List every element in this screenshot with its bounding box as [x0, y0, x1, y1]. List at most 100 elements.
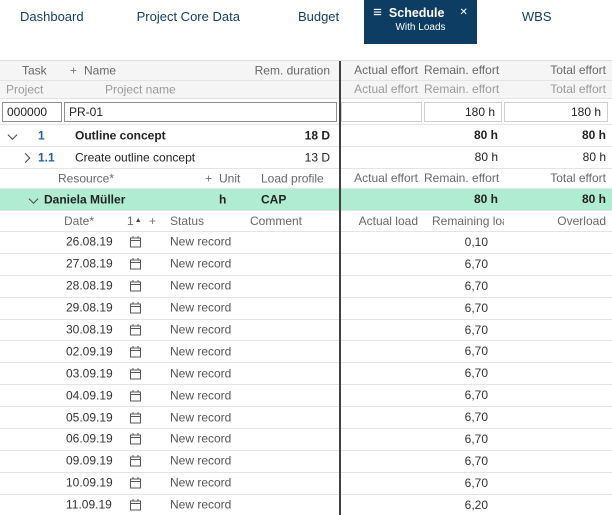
- overload-cell[interactable]: [504, 276, 612, 297]
- remain-effort-cell[interactable]: 80 h: [424, 189, 504, 210]
- calendar-icon[interactable]: [129, 411, 142, 424]
- remaining-load-cell[interactable]: 6,70: [424, 298, 504, 319]
- date-cell[interactable]: 30.08.19: [66, 320, 113, 341]
- date-cell[interactable]: 29.08.19: [66, 298, 113, 319]
- actual-load-cell[interactable]: [341, 363, 424, 384]
- overload-cell[interactable]: [504, 363, 612, 384]
- tab-budget[interactable]: Budget: [298, 0, 339, 34]
- overload-cell[interactable]: [504, 473, 612, 494]
- project-name-input[interactable]: [64, 102, 337, 122]
- calendar-icon[interactable]: [129, 477, 142, 490]
- calendar-icon[interactable]: [129, 324, 142, 337]
- overload-cell[interactable]: [504, 341, 612, 362]
- col-overload[interactable]: Overload: [504, 211, 612, 231]
- col-resource[interactable]: Resource*: [58, 169, 114, 188]
- actual-load-cell[interactable]: [341, 232, 424, 253]
- remaining-load-cell[interactable]: 0,10: [424, 232, 504, 253]
- close-tab-icon[interactable]: ✕: [459, 8, 467, 18]
- add-load-row-icon[interactable]: +: [149, 211, 156, 231]
- actual-load-cell[interactable]: [341, 320, 424, 341]
- date-cell[interactable]: 11.09.19: [66, 495, 112, 515]
- col-remain-effort[interactable]: Remain. effort: [424, 61, 504, 80]
- col-rem-duration[interactable]: Rem. duration: [255, 61, 330, 80]
- project-id-input[interactable]: [2, 102, 62, 122]
- tab-project-core-data[interactable]: Project Core Data: [137, 0, 240, 34]
- col-comment[interactable]: Comment: [250, 211, 302, 231]
- total-effort-cell[interactable]: 80 h: [504, 125, 612, 146]
- calendar-icon[interactable]: [129, 258, 142, 271]
- col-name[interactable]: Name: [84, 61, 116, 80]
- resource-row[interactable]: Daniela Müller h CAP 80 h 80 h: [0, 189, 612, 211]
- actual-load-cell[interactable]: [341, 298, 424, 319]
- calendar-icon[interactable]: [129, 389, 142, 402]
- date-cell[interactable]: 10.09.19: [66, 473, 113, 494]
- tab-dashboard[interactable]: Dashboard: [20, 0, 84, 34]
- calendar-icon[interactable]: [129, 367, 142, 380]
- add-task-icon[interactable]: +: [70, 61, 77, 80]
- remaining-load-cell[interactable]: 6,70: [424, 407, 504, 428]
- actual-load-cell[interactable]: [341, 429, 424, 450]
- remaining-load-cell[interactable]: 6,70: [424, 429, 504, 450]
- actual-load-cell[interactable]: [341, 407, 424, 428]
- overload-cell[interactable]: [504, 320, 612, 341]
- date-cell[interactable]: 03.09.19: [66, 363, 113, 384]
- col-remain-effort[interactable]: Remain. effort: [424, 169, 504, 188]
- task-name-cell[interactable]: Create outline concept: [75, 147, 195, 168]
- remaining-load-cell[interactable]: 6,20: [424, 495, 504, 515]
- calendar-icon[interactable]: [129, 455, 142, 468]
- task-number-cell[interactable]: 1.1: [38, 147, 55, 168]
- unit-cell[interactable]: h: [219, 189, 226, 210]
- overload-cell[interactable]: [504, 407, 612, 428]
- actual-load-cell[interactable]: [341, 341, 424, 362]
- overload-cell[interactable]: [504, 385, 612, 406]
- add-resource-icon[interactable]: +: [205, 169, 212, 188]
- overload-cell[interactable]: [504, 451, 612, 472]
- col-total-effort[interactable]: Total effort: [504, 61, 612, 80]
- col-total-effort[interactable]: Total effort: [504, 169, 612, 188]
- resource-name-cell[interactable]: Daniela Müller: [44, 189, 125, 210]
- date-cell[interactable]: 02.09.19: [66, 341, 113, 362]
- tab-schedule[interactable]: ≡ Schedule ✕ With Loads: [364, 0, 477, 44]
- actual-load-cell[interactable]: [341, 451, 424, 472]
- remaining-load-cell[interactable]: 6,70: [424, 341, 504, 362]
- actual-load-cell[interactable]: [341, 473, 424, 494]
- actual-load-cell[interactable]: [341, 385, 424, 406]
- tab-wbs[interactable]: WBS: [522, 0, 552, 34]
- date-cell[interactable]: 04.09.19: [66, 385, 113, 406]
- overload-cell[interactable]: [504, 495, 612, 515]
- overload-cell[interactable]: [504, 232, 612, 253]
- remaining-load-cell[interactable]: 6,70: [424, 385, 504, 406]
- col-date[interactable]: Date*: [64, 211, 94, 231]
- date-cell[interactable]: 27.08.19: [66, 254, 113, 275]
- actual-effort-cell[interactable]: [341, 125, 424, 146]
- chevron-down-icon[interactable]: [29, 194, 39, 204]
- project-remain-effort-cell[interactable]: 180 h: [424, 102, 502, 122]
- actual-load-cell[interactable]: [341, 254, 424, 275]
- overload-cell[interactable]: [504, 429, 612, 450]
- remaining-load-cell[interactable]: 6,70: [424, 276, 504, 297]
- remaining-load-cell[interactable]: 6,70: [424, 254, 504, 275]
- date-cell[interactable]: 09.09.19: [66, 451, 113, 472]
- overload-cell[interactable]: [504, 254, 612, 275]
- remaining-load-cell[interactable]: 6,70: [424, 473, 504, 494]
- chevron-right-icon[interactable]: [21, 153, 31, 163]
- remaining-load-cell[interactable]: 6,70: [424, 363, 504, 384]
- col-actual-effort[interactable]: Actual effort: [341, 61, 424, 80]
- calendar-icon[interactable]: [129, 433, 142, 446]
- date-cell[interactable]: 28.08.19: [66, 276, 113, 297]
- project-actual-effort-cell[interactable]: [341, 102, 422, 122]
- actual-load-cell[interactable]: [341, 276, 424, 297]
- calendar-icon[interactable]: [129, 280, 142, 293]
- task-number-cell[interactable]: 1: [38, 125, 45, 146]
- remain-effort-cell[interactable]: 80 h: [424, 125, 504, 146]
- actual-effort-cell[interactable]: [341, 147, 424, 168]
- col-task[interactable]: Task: [22, 61, 47, 80]
- calendar-icon[interactable]: [129, 499, 142, 512]
- actual-effort-cell[interactable]: [341, 189, 424, 210]
- col-unit[interactable]: Unit: [219, 169, 240, 188]
- total-effort-cell[interactable]: 80 h: [504, 189, 612, 210]
- calendar-icon[interactable]: [129, 345, 142, 358]
- chevron-down-icon[interactable]: [8, 130, 18, 140]
- col-actual-effort[interactable]: Actual effort: [341, 169, 424, 188]
- col-remaining-load[interactable]: Remaining load: [424, 211, 504, 231]
